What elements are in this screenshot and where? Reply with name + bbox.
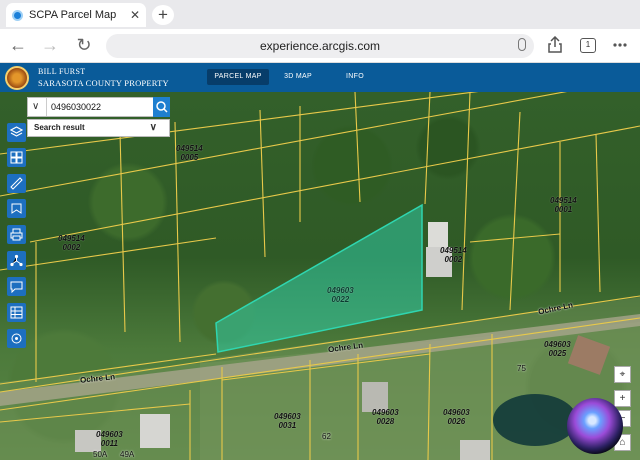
brand-subtitle: SARASOTA COUNTY PROPERTY [38, 78, 169, 88]
parcel-label: 049514 0002 [58, 234, 85, 252]
search-button[interactable] [153, 97, 170, 117]
share-icon[interactable] [548, 36, 562, 53]
bookmark-icon [11, 203, 22, 214]
tab-count-button[interactable]: 1 [580, 38, 596, 53]
result-chevron-icon: ∨ [149, 122, 157, 133]
parcel-label: 049603 0025 [544, 340, 571, 358]
county-seal-icon [5, 66, 29, 90]
forward-button[interactable]: → [40, 35, 60, 56]
coordinate-button[interactable] [7, 329, 26, 348]
zoom-in-button[interactable]: + [614, 390, 631, 407]
parcel-label: 049514 0002 [440, 246, 467, 264]
parcel-label: 049603 0026 [443, 408, 470, 426]
reload-button[interactable]: ↻ [74, 35, 94, 56]
building [460, 440, 490, 460]
selected-parcel-label: 049603 0022 [327, 286, 354, 304]
layers-icon [10, 126, 23, 137]
print-button[interactable] [7, 225, 26, 244]
search-icon [156, 101, 168, 113]
table-button[interactable] [7, 303, 26, 322]
coordinate-icon [11, 333, 22, 344]
tab-close-icon[interactable]: ✕ [130, 8, 140, 22]
browser-tab[interactable]: SCPA Parcel Map ✕ [6, 3, 146, 27]
app-header: BILL FURST SARASOTA COUNTY PROPERTY PARC… [0, 63, 640, 92]
brand-name: BILL FURST [38, 67, 86, 76]
print-icon [10, 228, 23, 241]
selected-parcel [215, 203, 423, 353]
parcel-overlay [0, 92, 640, 460]
tab-parcel-map[interactable]: PARCEL MAP [207, 69, 269, 85]
back-button[interactable]: ← [8, 35, 28, 56]
new-tab-button[interactable]: + [152, 5, 174, 25]
address-label: 62 [322, 432, 331, 441]
feedback-button[interactable] [7, 277, 26, 296]
parcel-label: 049514 0005 [176, 144, 203, 162]
arcgis-favicon-icon [12, 9, 23, 21]
layers-button[interactable] [7, 123, 26, 142]
address-bar[interactable]: experience.arcgis.com [106, 34, 534, 58]
basemap-icon [10, 151, 23, 164]
parcel-label: 049603 0031 [274, 412, 301, 430]
parcel-map[interactable]: 049514 0005 049514 0002 049514 0001 049603 0… [0, 92, 640, 460]
feedback-icon [10, 281, 23, 293]
address-label: 50A [93, 450, 108, 459]
more-menu-icon[interactable] [612, 38, 628, 52]
address-label: 49A [120, 450, 135, 459]
share-map-button[interactable] [7, 251, 26, 270]
measure-icon [10, 177, 23, 190]
parcel-label: 049603 0028 [372, 408, 399, 426]
measure-button[interactable] [7, 174, 26, 193]
tab-3d-map[interactable]: 3D MAP [278, 69, 318, 85]
bookmark-button[interactable] [7, 199, 26, 218]
siri-orb-icon[interactable] [567, 398, 623, 454]
browser-toolbar: ← → ↻ experience.arcgis.com [0, 29, 640, 63]
building [140, 414, 170, 448]
microphone-icon[interactable] [518, 38, 526, 51]
pond [493, 394, 577, 446]
tab-title: SCPA Parcel Map [29, 9, 117, 21]
search-source-chevron-icon[interactable]: ∨ [32, 101, 39, 112]
parcel-label: 049603 0011 [96, 430, 123, 448]
tab-info[interactable]: INFO [338, 69, 372, 85]
search-result-label: Search result [34, 123, 85, 132]
parcel-label: 049514 0001 [550, 196, 577, 214]
browser-tab-strip: SCPA Parcel Map ✕ + [0, 0, 640, 29]
share-icon [10, 254, 23, 267]
basemap-button[interactable] [7, 148, 26, 167]
search-widget: ∨ ✕ [27, 97, 171, 117]
address-label: 75 [517, 364, 526, 373]
search-result-dropdown[interactable]: Search result ∨ [27, 119, 170, 137]
url-text: experience.arcgis.com [259, 39, 381, 53]
building [428, 222, 448, 248]
locate-button[interactable]: ⌖ [614, 366, 631, 383]
search-input[interactable] [46, 98, 152, 116]
table-icon [10, 306, 23, 319]
